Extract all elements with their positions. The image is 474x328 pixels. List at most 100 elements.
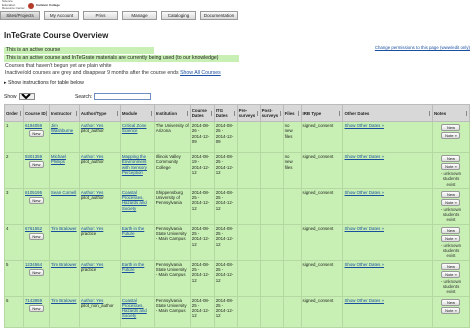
show-label: Show xyxy=(4,93,17,100)
show-other-dates-link[interactable]: Show Other Dates » xyxy=(344,262,431,267)
column-header-pre-surveys[interactable]: Pre-surveys xyxy=(236,104,261,122)
entries-select[interactable]: All xyxy=(18,93,35,100)
irb-type-cell: signed_consent xyxy=(300,259,344,297)
instructor-link[interactable]: Tim Bralower xyxy=(51,226,77,231)
course-id-link[interactable]: 1234564 xyxy=(25,262,42,267)
new-note-button[interactable]: New xyxy=(441,298,461,306)
new-course-button[interactable]: New xyxy=(28,233,44,241)
author-link[interactable]: Author: Yes xyxy=(81,226,103,231)
instructor-link[interactable]: Tim Bralower xyxy=(51,262,77,267)
column-header-author-type[interactable]: Author/Type xyxy=(78,104,121,122)
type-value: pilot_non_author xyxy=(80,302,114,308)
sort-icon xyxy=(75,111,78,116)
module-link[interactable]: Mapping the Environment with Sensory Per… xyxy=(122,154,147,175)
column-header-files[interactable]: Files xyxy=(282,104,302,122)
note-link-button[interactable]: Note » xyxy=(441,132,461,139)
instructor-cell: Sean Cornell xyxy=(48,187,80,225)
nav-tab-cataloging[interactable]: Cataloging xyxy=(161,11,196,20)
show-all-courses-link[interactable]: Show All Courses xyxy=(180,70,221,76)
nav-tab-documentation[interactable]: Documentation xyxy=(200,11,238,20)
show-other-dates-link[interactable]: Show Other Dates » xyxy=(344,190,431,195)
instructor-link[interactable]: Jim Washburne xyxy=(51,123,73,133)
course-id-link[interactable]: 9301359 xyxy=(25,154,42,159)
nav-tab-privs[interactable]: Privs xyxy=(83,11,118,20)
nav-tab-manage[interactable]: Manage xyxy=(122,11,157,20)
note-link-button[interactable]: Note » xyxy=(441,163,461,170)
nav-tab-my-account[interactable]: My Account xyxy=(44,11,79,20)
sort-icon xyxy=(233,111,236,116)
note-link-button[interactable]: Note » xyxy=(441,234,461,242)
column-header-instructor[interactable]: Instructor xyxy=(48,104,80,122)
module-link[interactable]: Earth in the Future xyxy=(122,226,144,236)
institution-cell: Illinois Valley Community College xyxy=(153,152,191,189)
instructor-link[interactable]: Sean Cornell xyxy=(51,190,76,195)
irb-type-value: signed_consent xyxy=(302,261,334,267)
sort-icon xyxy=(45,111,48,116)
column-header-course-id[interactable]: Course ID xyxy=(22,104,50,122)
instructor-link[interactable]: Michael Phillips xyxy=(51,154,66,164)
course-id-link[interactable]: 6194059 xyxy=(25,123,42,128)
new-note-button[interactable]: New xyxy=(441,190,461,198)
author-link[interactable]: Author: Yes xyxy=(81,190,103,195)
column-header-other-dates[interactable]: Other Dates xyxy=(342,104,433,122)
new-note-button[interactable]: New xyxy=(441,262,461,270)
column-header-post-surveys[interactable]: Post-surveys xyxy=(259,104,284,122)
instructor-link[interactable]: Tim Bralower xyxy=(51,298,77,303)
note-link-button[interactable]: Note » xyxy=(441,198,461,206)
column-header-label: Instructor xyxy=(50,110,72,116)
column-header-module[interactable]: Module xyxy=(119,104,155,122)
new-course-button[interactable]: New xyxy=(28,161,44,169)
table-header-row: Order Course ID Instructor Author/Type Modul… xyxy=(4,104,471,122)
author-link[interactable]: Author: Yes xyxy=(81,262,103,267)
show-other-dates-link[interactable]: Show Other Dates » xyxy=(344,154,431,159)
institution-cell: The University of Arizona xyxy=(153,121,191,153)
module-link[interactable]: Earth in the Future xyxy=(122,262,144,272)
course-id-link[interactable]: 6105195 xyxy=(25,190,42,195)
show-other-dates-link[interactable]: Show Other Dates » xyxy=(344,123,431,128)
type-value: practice xyxy=(80,231,97,237)
column-header-order[interactable]: Order xyxy=(4,104,24,122)
course-id-cell: 6194059 New xyxy=(22,121,50,153)
date-value: 2014-08-25 - xyxy=(191,297,210,308)
show-other-dates-link[interactable]: Show Other Dates » xyxy=(344,226,431,231)
itg-dates-cell: 2014-08-25 -2014-12-12 xyxy=(213,295,238,328)
new-course-button[interactable]: New xyxy=(28,304,44,312)
module-link[interactable]: Coastal Processes, Hazards and Society xyxy=(122,298,147,319)
type-value: pilot_author xyxy=(80,128,104,134)
course-id-link[interactable]: 6761552 xyxy=(25,226,42,231)
sort-icon xyxy=(210,111,213,116)
institution-value: Shippensburg University of Pennsylvania xyxy=(155,189,183,206)
column-header-irb-type[interactable]: IRB Type xyxy=(300,104,344,122)
new-note-button[interactable]: New xyxy=(441,124,461,131)
files-cell xyxy=(282,187,302,225)
author-link[interactable]: Author: Yes xyxy=(81,123,103,128)
new-course-button[interactable]: New xyxy=(28,197,44,205)
note-link-button[interactable]: Note » xyxy=(441,306,461,314)
date-value: 2014-12-12 xyxy=(215,308,234,319)
notes-cell: New Note » xyxy=(431,121,471,153)
order-value: 6 xyxy=(6,297,9,303)
instructions-toggle[interactable]: ▸ Show instructions for table below xyxy=(4,80,84,86)
column-header-institution[interactable]: Institution xyxy=(153,104,191,122)
note-link-button[interactable]: Note » xyxy=(441,270,461,278)
module-link[interactable]: Coastal Processes, Hazards and Society xyxy=(122,190,147,211)
new-note-button[interactable]: New xyxy=(441,155,461,162)
order-value: 1 xyxy=(6,123,9,128)
column-header-itg-dates[interactable]: ITG Dates xyxy=(213,104,238,122)
date-value: 2014-12-09 xyxy=(215,133,234,144)
new-course-button[interactable]: New xyxy=(28,130,44,138)
column-header-course-dates[interactable]: Course Dates xyxy=(189,104,215,122)
search-input[interactable] xyxy=(94,93,152,100)
change-permissions-link[interactable]: Change permissions to this page (www/edi… xyxy=(375,45,470,50)
date-value: 2014-08-25 - xyxy=(215,189,234,201)
module-link[interactable]: Critical Zone Science xyxy=(122,123,147,133)
author-link[interactable]: Author: Yes xyxy=(81,154,103,159)
column-header-notes[interactable]: Notes xyxy=(431,104,471,122)
course-id-link[interactable]: 7143959 xyxy=(25,298,42,303)
show-other-dates-link[interactable]: Show Other Dates » xyxy=(344,298,431,303)
nav-tab-sites-projects[interactable]: Sites/Projects xyxy=(0,11,40,20)
new-note-button[interactable]: New xyxy=(441,226,461,234)
new-course-button[interactable]: New xyxy=(28,268,44,276)
author-link[interactable]: Author: Yes xyxy=(81,298,103,303)
notes-cell: New Note » - unknown students exist xyxy=(431,187,471,225)
